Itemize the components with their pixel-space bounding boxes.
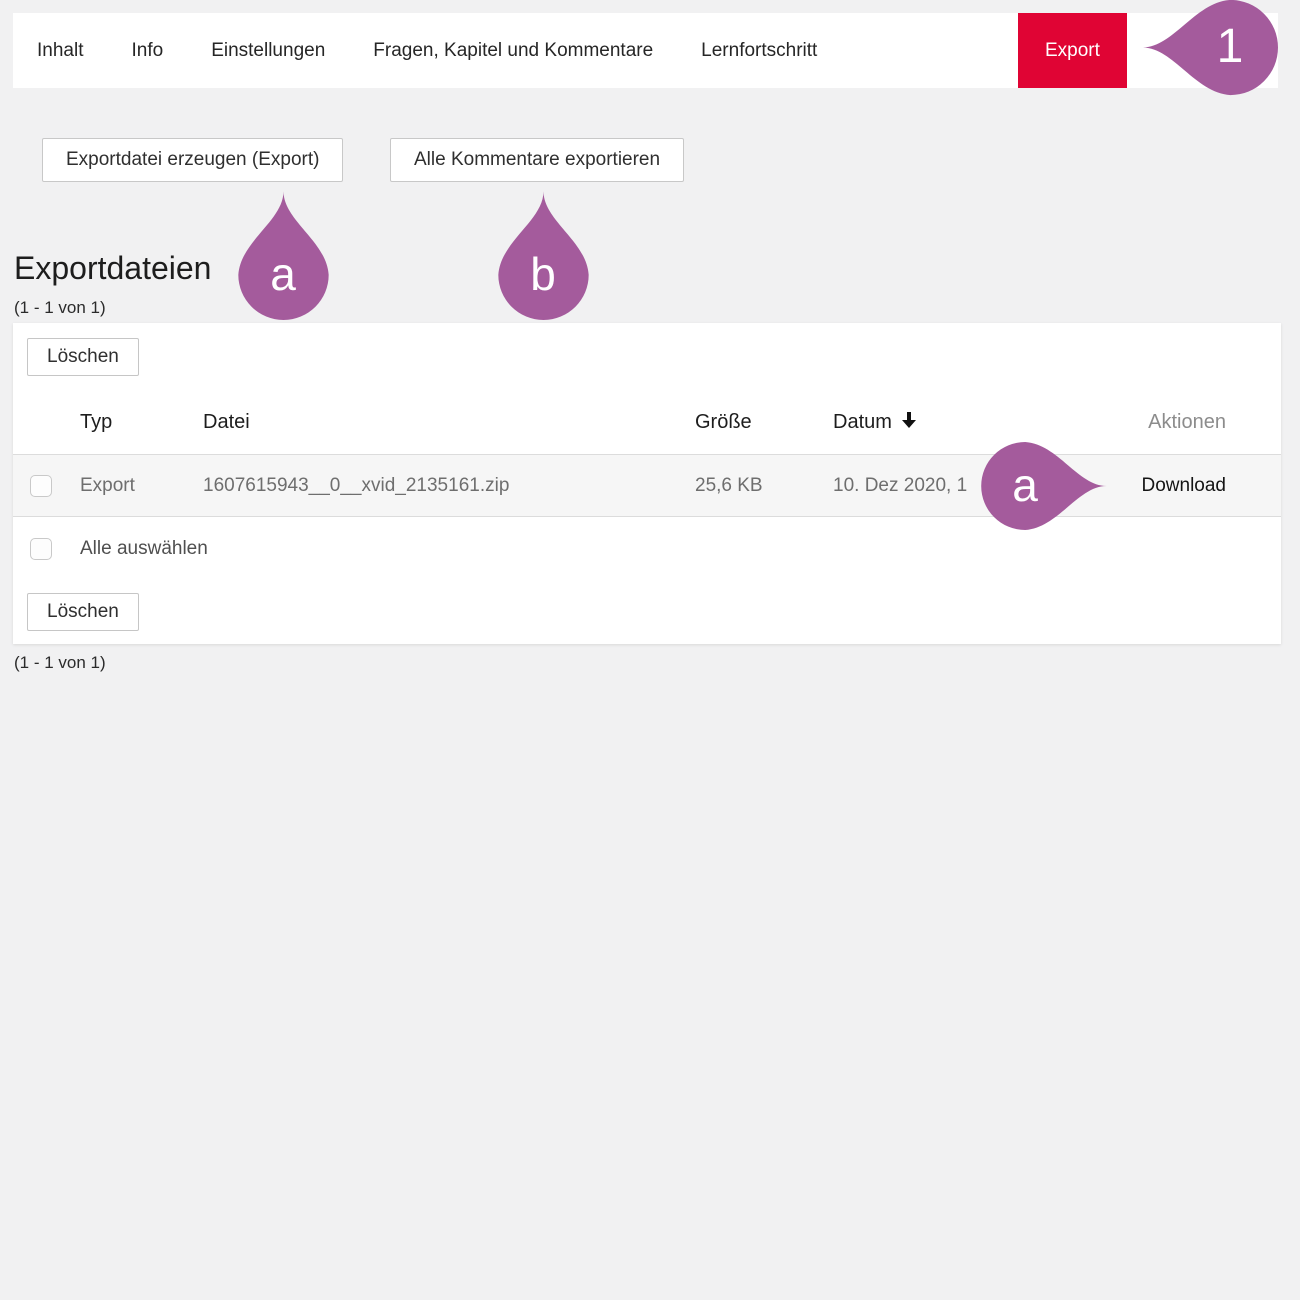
row-checkbox[interactable] [30, 475, 52, 497]
export-files-table: Löschen Typ Datei Größe Datum Aktionen E… [13, 323, 1281, 644]
tab-fragen-kapitel-kommentare[interactable]: Fragen, Kapitel und Kommentare [349, 13, 677, 88]
row-filesize: 25,6 KB [695, 475, 833, 497]
annotation-marker-a-button-label: a [270, 251, 296, 297]
table-row: Export 1607615943__0__xvid_2135161.zip 2… [13, 455, 1281, 517]
page: Inhalt Info Einstellungen Fragen, Kapite… [0, 0, 1300, 1300]
row-type: Export [80, 475, 203, 497]
create-export-button[interactable]: Exportdatei erzeugen (Export) [42, 138, 343, 182]
row-date: 10. Dez 2020, 1 [833, 475, 1125, 497]
row-filename: 1607615943__0__xvid_2135161.zip [203, 475, 695, 497]
sort-desc-arrow-icon [900, 411, 916, 429]
column-header-datum[interactable]: Datum [833, 410, 1125, 434]
result-range-top: (1 - 1 von 1) [14, 298, 106, 318]
delete-button-top[interactable]: Löschen [27, 338, 139, 376]
column-header-typ[interactable]: Typ [80, 411, 203, 434]
tab-bar: Inhalt Info Einstellungen Fragen, Kapite… [13, 13, 1278, 88]
page-title: Exportdateien [14, 250, 211, 287]
select-all-row: Alle auswählen [13, 517, 1281, 581]
column-header-datei[interactable]: Datei [203, 411, 695, 434]
annotation-marker-b: b [487, 189, 600, 320]
row-action-cell: Download [1125, 475, 1281, 497]
tab-einstellungen[interactable]: Einstellungen [187, 13, 349, 88]
select-all-label: Alle auswählen [80, 538, 1281, 560]
column-header-datum-label: Datum [833, 411, 892, 433]
table-toolbar-top: Löschen [13, 323, 1281, 390]
column-header-groesse[interactable]: Größe [695, 411, 833, 434]
tab-export-active[interactable]: Export [1018, 13, 1127, 88]
tab-lernfortschritt[interactable]: Lernfortschritt [677, 13, 841, 88]
row-checkbox-cell [13, 475, 80, 497]
tab-info[interactable]: Info [107, 13, 187, 88]
tab-inhalt[interactable]: Inhalt [13, 13, 107, 88]
teardrop-up-icon [227, 189, 340, 320]
delete-button-bottom[interactable]: Löschen [27, 593, 139, 631]
export-all-comments-button[interactable]: Alle Kommentare exportieren [390, 138, 684, 182]
download-link[interactable]: Download [1142, 475, 1227, 496]
select-all-checkbox[interactable] [30, 538, 52, 560]
result-range-bottom: (1 - 1 von 1) [14, 653, 106, 673]
annotation-marker-b-label: b [530, 251, 556, 297]
teardrop-up-icon [487, 189, 600, 320]
table-toolbar-bottom: Löschen [13, 581, 1281, 631]
column-header-aktionen: Aktionen [1125, 411, 1281, 434]
table-header-row: Typ Datei Größe Datum Aktionen [13, 390, 1281, 455]
annotation-marker-a-button: a [227, 189, 340, 320]
select-all-checkbox-cell [13, 538, 80, 560]
